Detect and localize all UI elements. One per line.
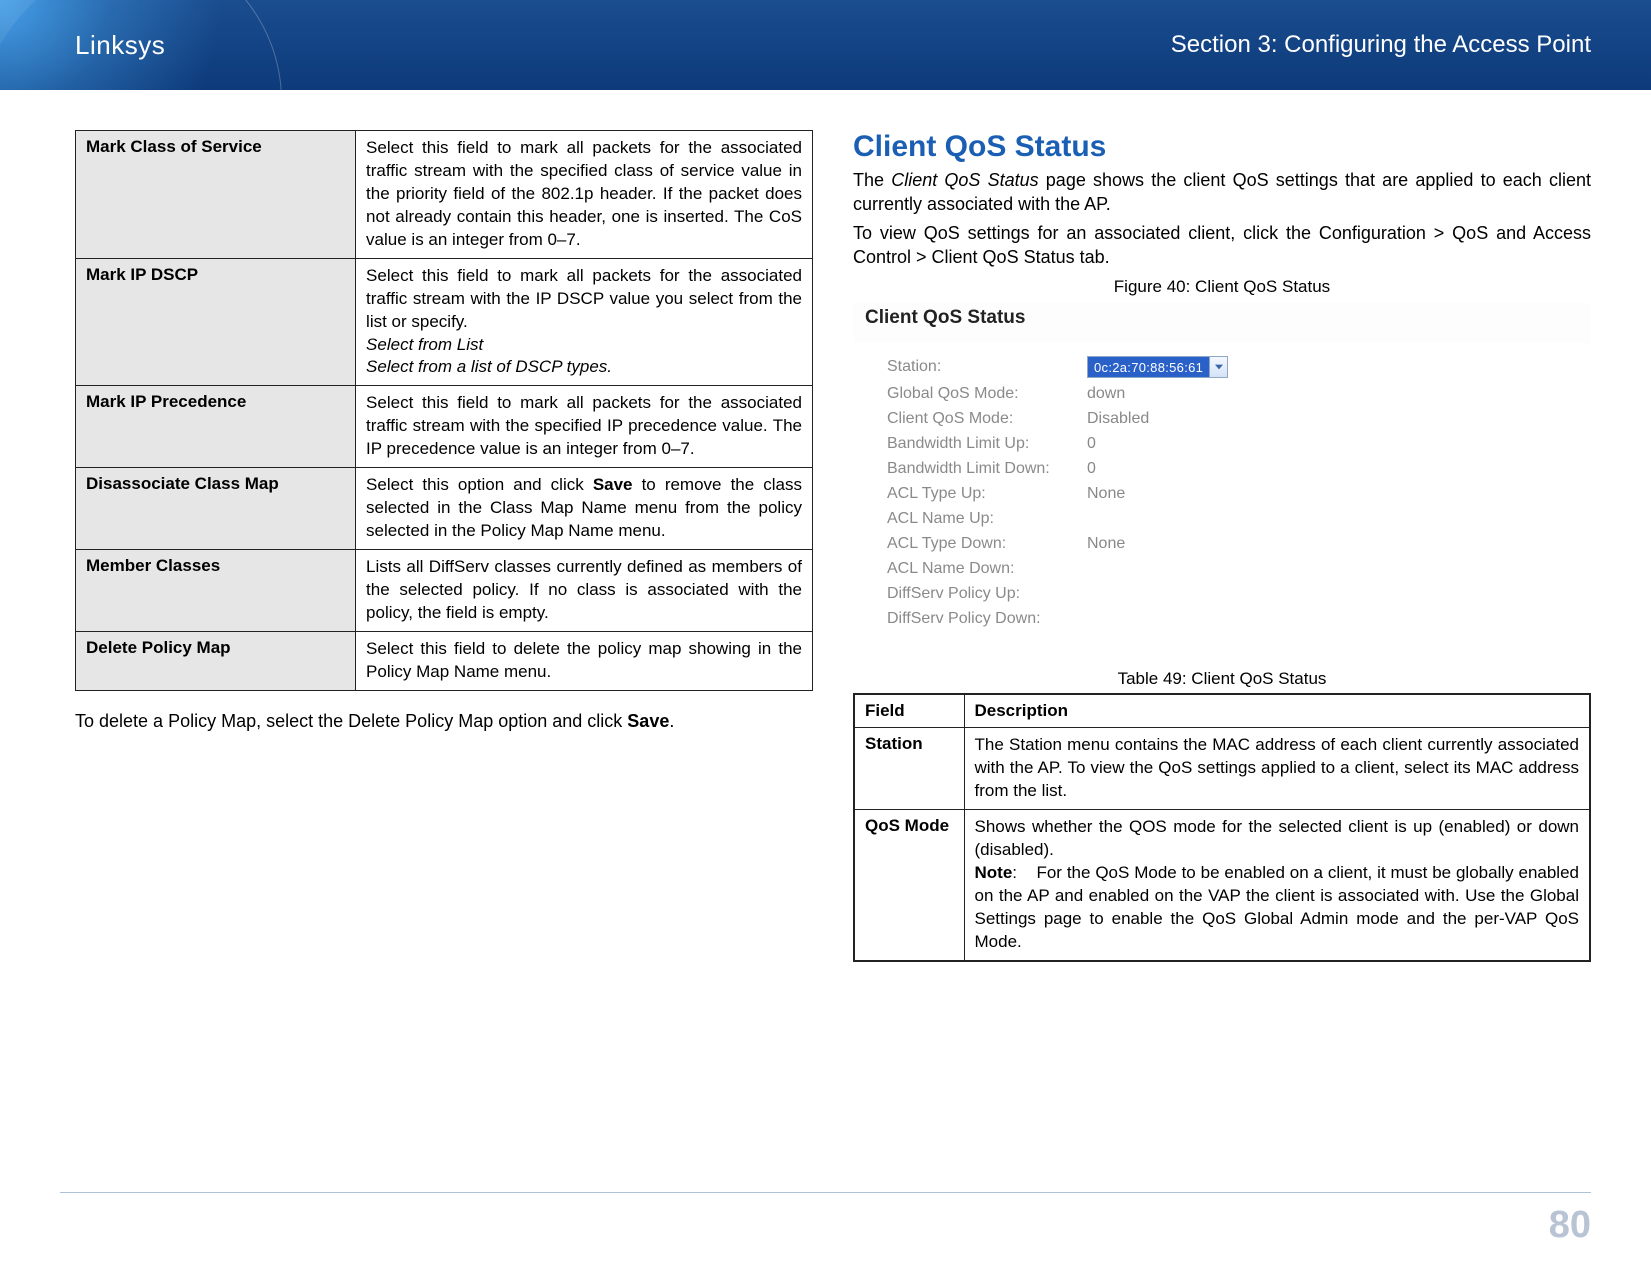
table-row: Mark IP DSCPSelect this field to mark al… (76, 258, 813, 386)
row-label: Disassociate Class Map (76, 468, 356, 550)
status-value: None (1087, 485, 1125, 503)
note-text-post: . (669, 711, 674, 731)
row-description: Select this field to mark all packets fo… (356, 131, 813, 259)
status-value: down (1087, 385, 1125, 403)
screenshot-body: Station: 0c:2a:70:88:56:61 Global QoS Mo… (853, 343, 1591, 647)
note-text-bold: Save (627, 711, 669, 731)
chevron-down-icon (1209, 357, 1227, 377)
station-label: Station: (887, 358, 1087, 376)
left-column: Mark Class of ServiceSelect this field t… (75, 130, 813, 962)
row-label: Mark IP Precedence (76, 386, 356, 468)
qos-intro-2: To view QoS settings for an associated c… (853, 221, 1591, 270)
status-label: ACL Type Up: (887, 485, 1087, 503)
table-header-row: Field Description (854, 694, 1590, 728)
status-value: 0 (1087, 435, 1096, 453)
status-row: ACL Name Up: (887, 510, 1581, 528)
delete-policy-note: To delete a Policy Map, select the Delet… (75, 709, 813, 734)
status-row: DiffServ Policy Up: (887, 585, 1581, 603)
intro-em: Client QoS Status (891, 170, 1038, 190)
status-row: Client QoS Mode:Disabled (887, 410, 1581, 428)
status-value: 0 (1087, 460, 1096, 478)
figure-caption: Figure 40: Client QoS Status (853, 277, 1591, 297)
qos-screenshot: Client QoS Status Station: 0c:2a:70:88:5… (853, 303, 1591, 647)
table-row: Mark Class of ServiceSelect this field t… (76, 131, 813, 259)
row-description: Select this field to mark all packets fo… (356, 386, 813, 468)
status-label: Bandwidth Limit Up: (887, 435, 1087, 453)
station-row: Station: 0c:2a:70:88:56:61 (887, 356, 1581, 378)
status-row: Bandwidth Limit Down:0 (887, 460, 1581, 478)
note-text-pre: To delete a Policy Map, select the Delet… (75, 711, 627, 731)
status-label: ACL Name Down: (887, 560, 1087, 578)
table-caption: Table 49: Client QoS Status (853, 669, 1591, 689)
status-row: ACL Name Down: (887, 560, 1581, 578)
qos-intro-1: The Client QoS Status page shows the cli… (853, 168, 1591, 217)
brand-label: Linksys (75, 30, 165, 61)
status-row: Bandwidth Limit Up:0 (887, 435, 1581, 453)
status-row: DiffServ Policy Down: (887, 610, 1581, 628)
row-label: Mark IP DSCP (76, 258, 356, 386)
status-label: Client QoS Mode: (887, 410, 1087, 428)
row-label: Mark Class of Service (76, 131, 356, 259)
table-row: StationThe Station menu contains the MAC… (854, 728, 1590, 810)
table-row: Member ClassesLists all DiffServ classes… (76, 550, 813, 632)
section-label: Section 3: Configuring the Access Point (1171, 31, 1591, 59)
qos-heading: Client QoS Status (853, 130, 1591, 164)
status-row: Global QoS Mode:down (887, 385, 1581, 403)
right-column: Client QoS Status The Client QoS Status … (853, 130, 1591, 962)
status-label: DiffServ Policy Up: (887, 585, 1087, 603)
screenshot-title: Client QoS Status (853, 303, 1591, 343)
qos-fields-table: Field Description StationThe Station men… (853, 693, 1591, 961)
intro-text: The (853, 170, 891, 190)
field-description: Shows whether the QOS mode for the selec… (964, 810, 1590, 961)
field-description: The Station menu contains the MAC addres… (964, 728, 1590, 810)
page-number: 80 (1549, 1204, 1591, 1247)
row-label: Member Classes (76, 550, 356, 632)
row-description: Select this field to delete the policy m… (356, 631, 813, 690)
row-description: Select this option and click Save to rem… (356, 468, 813, 550)
status-row: ACL Type Down:None (887, 535, 1581, 553)
status-label: Bandwidth Limit Down: (887, 460, 1087, 478)
content-area: Mark Class of ServiceSelect this field t… (0, 90, 1651, 982)
row-description: Select this field to mark all packets fo… (356, 258, 813, 386)
header-field: Field (854, 694, 964, 728)
status-label: ACL Type Down: (887, 535, 1087, 553)
row-description: Lists all DiffServ classes currently def… (356, 550, 813, 632)
status-value: Disabled (1087, 410, 1149, 428)
status-value: None (1087, 535, 1125, 553)
table-row: Disassociate Class MapSelect this option… (76, 468, 813, 550)
field-label: QoS Mode (854, 810, 964, 961)
station-dropdown-value: 0c:2a:70:88:56:61 (1088, 357, 1209, 377)
field-label: Station (854, 728, 964, 810)
footer-divider (60, 1192, 1591, 1193)
status-row: ACL Type Up:None (887, 485, 1581, 503)
status-label: Global QoS Mode: (887, 385, 1087, 403)
policy-attributes-table: Mark Class of ServiceSelect this field t… (75, 130, 813, 691)
status-label: ACL Name Up: (887, 510, 1087, 528)
page-header: Linksys Section 3: Configuring the Acces… (0, 0, 1651, 90)
header-description: Description (964, 694, 1590, 728)
status-label: DiffServ Policy Down: (887, 610, 1087, 628)
row-label: Delete Policy Map (76, 631, 356, 690)
document-page: Linksys Section 3: Configuring the Acces… (0, 0, 1651, 1275)
table-row: QoS ModeShows whether the QOS mode for t… (854, 810, 1590, 961)
table-row: Delete Policy MapSelect this field to de… (76, 631, 813, 690)
station-dropdown[interactable]: 0c:2a:70:88:56:61 (1087, 356, 1228, 378)
table-row: Mark IP PrecedenceSelect this field to m… (76, 386, 813, 468)
